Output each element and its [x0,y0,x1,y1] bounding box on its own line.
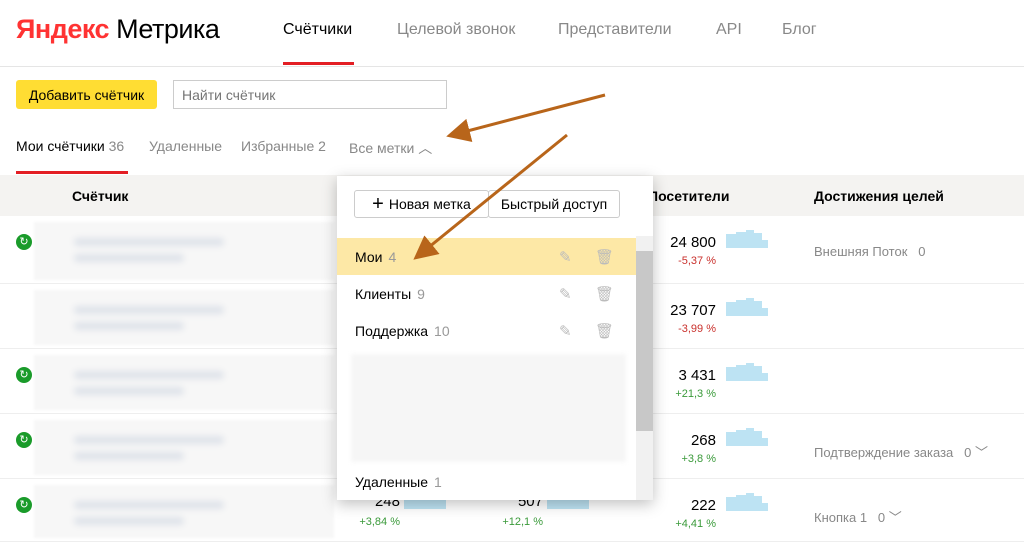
annotation-arrows [413,93,606,260]
arrow [413,133,568,260]
arrow [446,93,606,143]
